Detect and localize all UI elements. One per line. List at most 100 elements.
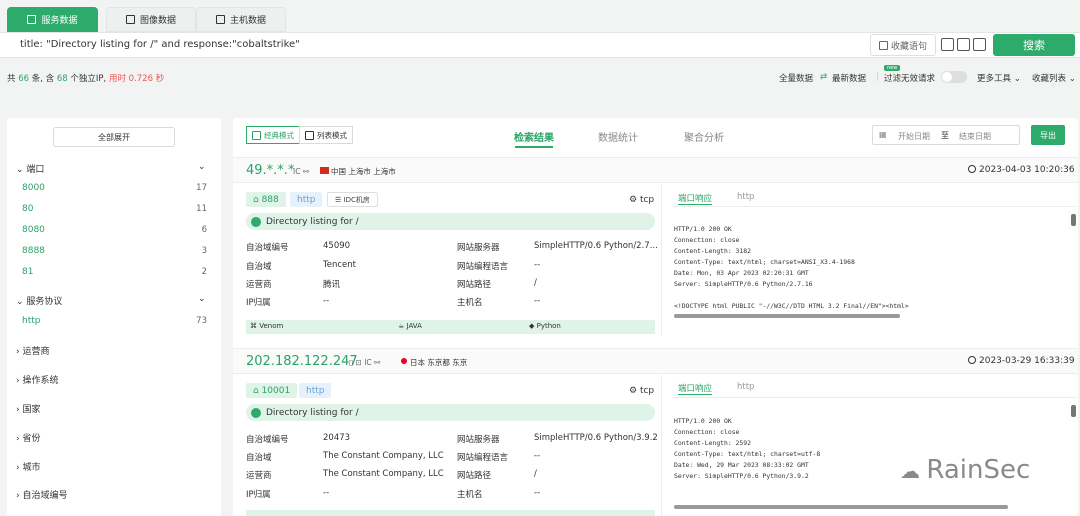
group-os[interactable]: › 操作系统 xyxy=(16,373,58,386)
gear-icon: ⚙ xyxy=(629,195,640,205)
filter-toggle[interactable] xyxy=(941,71,967,83)
swap-icon: ⇄ xyxy=(820,72,828,82)
divider xyxy=(673,397,1077,398)
filter-option[interactable]: http xyxy=(22,316,40,326)
tab-aggregation[interactable]: 聚合分析 xyxy=(684,129,724,144)
horizontal-scrollbar[interactable] xyxy=(674,505,1008,509)
result-ip[interactable]: 202.182.122.247 xyxy=(246,354,358,369)
java-icon: ☕ xyxy=(398,322,407,330)
end-date-input[interactable]: 结束日期 xyxy=(959,131,991,142)
vertical-scrollbar[interactable] xyxy=(1071,405,1076,417)
group-country[interactable]: › 国家 xyxy=(16,402,40,415)
search-input[interactable]: title: "Directory listing for /" and res… xyxy=(20,39,300,50)
option-count: 6 xyxy=(201,225,207,235)
gear-icon: ⚙ xyxy=(629,386,640,396)
clock-icon xyxy=(968,356,976,364)
tab-image-data[interactable]: 图像数据 xyxy=(106,7,196,32)
group-isp[interactable]: › 运营商 xyxy=(16,344,49,357)
transport-label: ⚙ tcp xyxy=(629,386,655,396)
divider xyxy=(661,375,662,516)
tab-port-response[interactable]: 端口响应 xyxy=(678,192,713,205)
group-port[interactable]: ⌄ 端口 ⌄ xyxy=(16,162,206,175)
list-mode-button[interactable]: 列表模式 xyxy=(299,126,353,144)
protocol-tag[interactable]: http xyxy=(299,383,332,398)
tab-search-results[interactable]: 检索结果 xyxy=(514,129,554,144)
expand-all-button[interactable]: 全部展开 xyxy=(53,127,175,147)
vertical-scrollbar[interactable] xyxy=(1071,214,1076,226)
result-timestamp: 2023-03-29 16:33:39 xyxy=(968,356,1075,366)
filter-option[interactable]: 80 xyxy=(22,204,33,214)
screenshot-icon[interactable] xyxy=(973,38,986,51)
chevron-down-icon: ⌄ xyxy=(198,294,206,304)
list-icon xyxy=(27,15,37,24)
option-count: 2 xyxy=(201,267,207,277)
tab-port-response[interactable]: 端口响应 xyxy=(678,382,713,395)
port-tag[interactable]: ⌂ 888 xyxy=(246,192,286,207)
image-icon xyxy=(125,15,135,24)
result-meta-icons: IC ⚯ xyxy=(293,167,310,176)
option-count: 3 xyxy=(201,246,207,256)
filter-option[interactable]: 8080 xyxy=(22,225,45,235)
active-tab-underline xyxy=(515,146,553,148)
venom-icon: ⌘ xyxy=(250,322,260,330)
home-icon: ⌂ xyxy=(253,385,262,396)
new-badge: new xyxy=(884,65,901,71)
response-body: HTTP/1.0 200 OK Connection: close Content-… xyxy=(674,225,909,310)
protocol-tag[interactable]: http xyxy=(290,192,323,207)
server-icon: ☰ xyxy=(335,195,344,204)
filter-label: 过滤无效请求 xyxy=(884,74,936,84)
group-province[interactable]: › 省份 xyxy=(16,431,40,444)
divider xyxy=(673,206,1077,207)
latest-data-link[interactable]: 最新数据 xyxy=(832,72,866,84)
scan-icon[interactable] xyxy=(941,38,954,51)
image-search-icon[interactable] xyxy=(957,38,970,51)
grid-icon xyxy=(252,130,261,140)
link-icon xyxy=(251,407,261,418)
filter-option[interactable]: 8000 xyxy=(22,183,45,193)
result-location: 日本 东京都 东京 xyxy=(410,358,468,367)
list-icon xyxy=(305,130,314,140)
chevron-down-icon: ⌄ xyxy=(16,165,27,175)
group-protocol[interactable]: ⌄ 服务协议 ⌄ xyxy=(16,294,206,307)
python-icon: ◆ xyxy=(529,322,537,330)
tech-stack-bar: ⌘ Venom ☕ JAVA ◆ Python xyxy=(246,320,655,334)
japan-flag-icon xyxy=(401,358,407,364)
search-button[interactable]: 搜索 xyxy=(993,34,1075,56)
tech-tag[interactable]: ◆ Python xyxy=(529,322,561,330)
collect-query-button[interactable]: 收藏语句 xyxy=(870,34,936,56)
divider xyxy=(661,184,662,336)
filter-option[interactable]: 81 xyxy=(22,267,33,277)
tab-statistics[interactable]: 数据统计 xyxy=(598,129,638,144)
result-location: 中国 上海市 上海市 xyxy=(331,167,396,176)
tab-host-data[interactable]: 主机数据 xyxy=(196,7,286,32)
result-meta-icons: ▯ ⊡ IC ⚯ xyxy=(349,358,381,367)
tab-service-data[interactable]: 服务数据 xyxy=(7,7,98,32)
collect-list-menu[interactable]: 收藏列表 ⌄ xyxy=(1032,72,1076,84)
start-date-input[interactable]: 开始日期 xyxy=(898,131,930,142)
tech-tag[interactable]: ☕ JAVA xyxy=(398,322,422,330)
china-flag-icon xyxy=(320,167,329,174)
page-title-bar[interactable]: Directory listing for / xyxy=(246,213,655,230)
tab-http[interactable]: http xyxy=(737,192,754,202)
result-ip[interactable]: 49.*.*.* xyxy=(246,163,294,178)
date-range-picker[interactable]: ▦ 开始日期 至 结束日期 xyxy=(872,125,1020,145)
tab-http[interactable]: http xyxy=(737,382,754,392)
horizontal-scrollbar[interactable] xyxy=(674,314,900,318)
all-data-link[interactable]: 全量数据 xyxy=(779,72,813,84)
group-asn[interactable]: › 自治域编号 xyxy=(16,488,67,501)
calendar-icon: ▦ xyxy=(879,130,887,139)
clock-icon xyxy=(968,165,976,173)
home-icon: ⌂ xyxy=(253,194,262,205)
option-count: 11 xyxy=(196,204,207,214)
tech-tag[interactable]: ⌘ Venom xyxy=(250,322,283,330)
port-tag[interactable]: ⌂ 10001 xyxy=(246,383,298,398)
filter-option[interactable]: 8888 xyxy=(22,246,45,256)
classic-mode-button[interactable]: 经典模式 xyxy=(246,126,300,144)
export-button[interactable]: 导出 xyxy=(1031,125,1065,145)
page-title-bar[interactable]: Directory listing for / xyxy=(246,404,655,421)
response-body: HTTP/1.0 200 OK Connection: close Content-… xyxy=(674,417,821,480)
group-city[interactable]: › 城市 xyxy=(16,460,40,473)
link-icon xyxy=(251,216,261,227)
divider: | xyxy=(876,72,879,82)
more-tools-menu[interactable]: 更多工具 ⌄ xyxy=(977,72,1021,84)
